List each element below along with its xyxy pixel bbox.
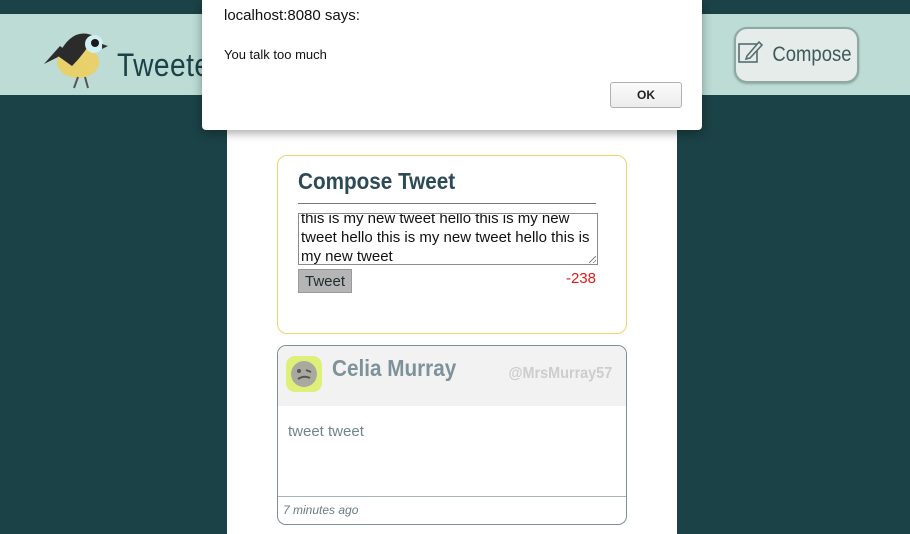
tweet-card: Celia Murray @MrsMurray57 tweet tweet 7 …	[277, 345, 627, 525]
dialog-title: localhost:8080 says:	[224, 7, 360, 24]
face-avatar-icon	[291, 361, 317, 387]
compose-button-label: Compose	[771, 43, 852, 66]
tweet-timestamp: 7 minutes ago	[283, 503, 359, 517]
tweet-text-value: this is my new tweet hello this is my ne…	[301, 213, 590, 265]
tweet-textarea[interactable]: this is my new tweet hello this is my ne…	[298, 213, 598, 265]
tweet-button[interactable]: Tweet	[298, 269, 352, 293]
resize-grip-icon[interactable]	[589, 256, 596, 263]
tweet-header: Celia Murray @MrsMurray57	[278, 346, 626, 406]
tweet-author: Celia Murray	[332, 355, 457, 381]
compose-button[interactable]: Compose	[734, 27, 859, 83]
compose-title: Compose Tweet	[298, 168, 456, 194]
edit-icon	[737, 39, 763, 71]
dialog-message: You talk too much	[224, 47, 327, 62]
alert-dialog: localhost:8080 says: You talk too much O…	[202, 0, 702, 130]
compose-tweet-panel: Compose Tweet this is my new tweet hello…	[277, 155, 627, 334]
tweet-footer-divider	[278, 496, 626, 497]
tweet-content: tweet tweet	[288, 423, 364, 440]
compose-divider	[298, 203, 596, 204]
ok-button[interactable]: OK	[610, 82, 682, 108]
character-counter: -238	[565, 270, 596, 287]
tweet-handle: @MrsMurray57	[508, 365, 612, 382]
avatar	[286, 356, 322, 392]
bird-logo-icon	[38, 22, 110, 90]
